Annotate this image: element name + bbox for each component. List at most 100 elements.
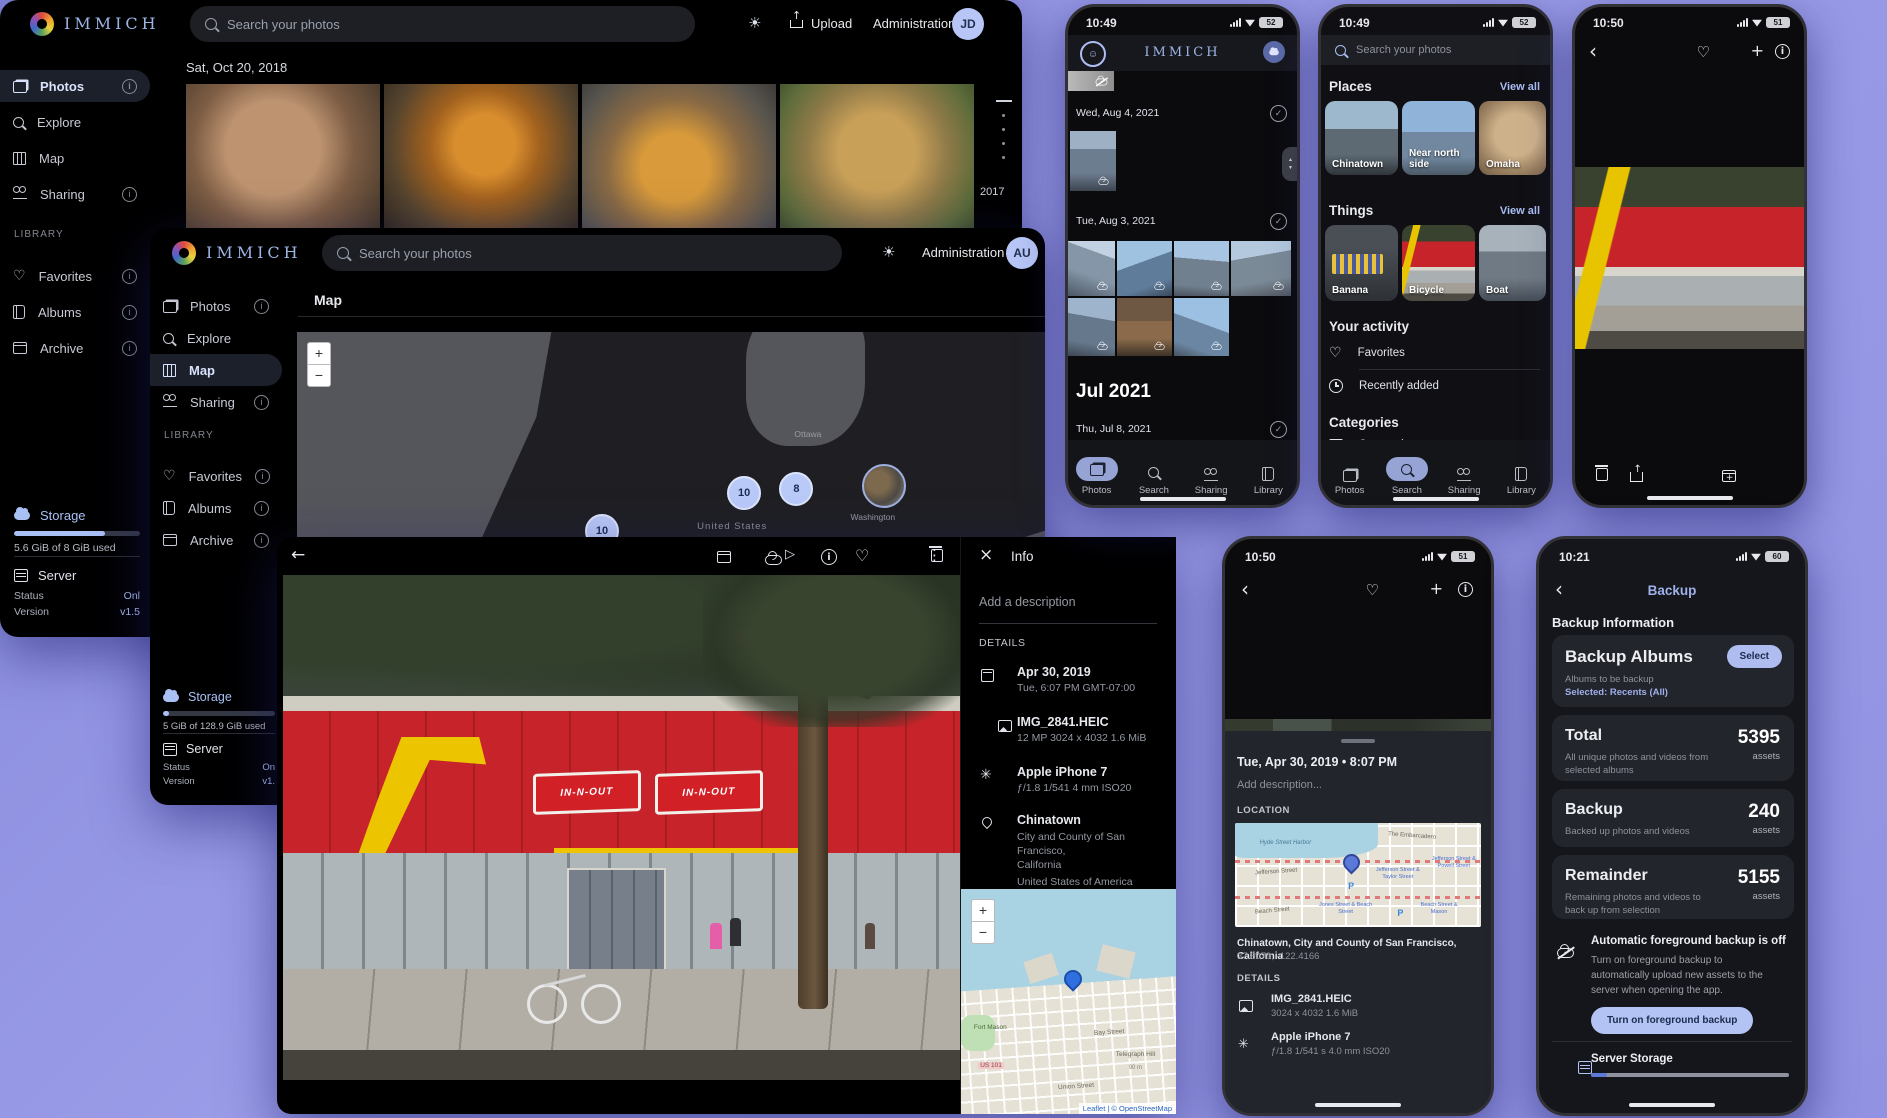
places-view-all[interactable]: View all — [1500, 81, 1540, 93]
sidebar-item-albums[interactable]: Albums i — [0, 296, 150, 328]
photo-thumbnail[interactable] — [1117, 241, 1172, 296]
photo-sliver[interactable] — [1225, 719, 1491, 731]
thing-card[interactable]: Bicycle — [1402, 225, 1475, 301]
slideshow-icon[interactable] — [785, 547, 795, 562]
photo-thumbnail[interactable] — [1068, 298, 1115, 356]
photo-thumbnail[interactable] — [1174, 298, 1229, 356]
select-button[interactable]: Select — [1727, 645, 1782, 668]
favorite-icon[interactable] — [1366, 581, 1379, 599]
thing-card[interactable]: Banana — [1325, 225, 1398, 301]
cloud-download-icon[interactable] — [765, 555, 782, 565]
favorite-icon[interactable] — [1697, 43, 1710, 61]
sidebar-item-sharing[interactable]: Sharing i — [0, 178, 150, 210]
photo-thumbnail[interactable] — [780, 84, 974, 236]
administration-link[interactable]: Administration — [873, 16, 955, 31]
detail-sheet[interactable]: Tue, Apr 30, 2019 • 8:07 PM Add descript… — [1225, 731, 1491, 1113]
nav-photos[interactable]: Photos — [1071, 457, 1123, 496]
favorite-icon[interactable] — [855, 546, 869, 565]
photo-thumbnail[interactable] — [1174, 241, 1229, 296]
activity-recently-added[interactable]: Recently added — [1329, 379, 1439, 393]
immich-face-icon[interactable]: ☺ — [1080, 41, 1106, 67]
sidebar-item-albums[interactable]: Albums i — [150, 492, 282, 524]
photo-thumbnail[interactable] — [1070, 131, 1116, 191]
foreground-backup-button[interactable]: Turn on foreground backup — [1591, 1007, 1753, 1034]
map-cluster-marker[interactable]: 8 — [779, 472, 813, 506]
select-group-icon[interactable] — [1270, 421, 1287, 438]
sidebar-item-photos[interactable]: Photos i — [150, 290, 282, 322]
photo-thumbnail[interactable] — [582, 84, 776, 236]
sheet-drag-handle[interactable] — [1341, 739, 1375, 743]
description-input[interactable]: Add description... — [1237, 779, 1322, 791]
sidebar-item-map[interactable]: Map — [150, 354, 282, 386]
minimap-zoom-in-button[interactable]: + — [971, 899, 995, 921]
sidebar-item-archive[interactable]: Archive i — [150, 524, 282, 556]
photo-viewer[interactable]: IN-N-OUT IN-N-OUT — [283, 575, 960, 1080]
back-icon[interactable] — [291, 545, 305, 565]
photo-viewer[interactable] — [1575, 167, 1804, 349]
photo-thumbnail[interactable] — [1231, 241, 1291, 296]
sidebar-item-explore[interactable]: Explore — [0, 106, 150, 138]
thing-card[interactable]: Boat — [1479, 225, 1546, 301]
search-input[interactable]: Search your photos — [322, 235, 842, 271]
activity-favorites[interactable]: Favorites — [1329, 345, 1405, 361]
description-input[interactable]: Add a description — [979, 595, 1076, 609]
search-input[interactable]: Search your photos — [190, 6, 695, 42]
place-card[interactable]: Chinatown — [1325, 101, 1398, 175]
nav-search[interactable]: Search — [1381, 457, 1433, 496]
sidebar-item-photos[interactable]: Photos i — [0, 70, 150, 102]
close-info-icon[interactable] — [979, 545, 993, 565]
sidebar-item-explore[interactable]: Explore — [150, 322, 282, 354]
more-options-icon[interactable] — [927, 546, 942, 564]
info-icon[interactable] — [1775, 44, 1790, 59]
back-icon[interactable] — [1241, 577, 1249, 601]
info-icon[interactable]: i — [122, 269, 137, 284]
sidebar-item-map[interactable]: Map — [0, 142, 150, 174]
administration-link[interactable]: Administration — [922, 245, 1004, 260]
info-minimap[interactable]: + − Fort Mason US 101 Bay Street Union S… — [961, 889, 1176, 1114]
info-icon[interactable]: i — [122, 341, 137, 356]
info-icon[interactable]: i — [122, 187, 137, 202]
nav-library[interactable]: Library — [1242, 467, 1294, 496]
info-icon[interactable]: i — [122, 79, 137, 94]
map-photo-marker[interactable] — [862, 464, 906, 508]
select-group-icon[interactable] — [1270, 105, 1287, 122]
sidebar-item-favorites[interactable]: Favorites i — [150, 460, 282, 492]
select-group-icon[interactable] — [1270, 213, 1287, 230]
map-zoom-out-button[interactable]: − — [307, 364, 331, 387]
photo-thumbnail[interactable] — [1117, 298, 1172, 356]
sidebar-item-favorites[interactable]: Favorites i — [0, 260, 150, 292]
add-icon[interactable] — [1751, 41, 1764, 60]
place-card[interactable]: Omaha — [1479, 101, 1546, 175]
detail-location[interactable]: Chinatown City and County of San Francis… — [1017, 813, 1167, 888]
theme-toggle-icon[interactable] — [748, 14, 761, 32]
upload-button[interactable]: Upload — [790, 16, 852, 31]
share-icon[interactable] — [1630, 472, 1643, 482]
photo-thumbnail[interactable] — [1068, 241, 1115, 296]
info-icon[interactable]: i — [254, 395, 269, 410]
photo-thumbnail[interactable] — [186, 84, 380, 236]
back-icon[interactable] — [1555, 577, 1563, 601]
trash-icon[interactable] — [1596, 468, 1608, 481]
minimap-zoom-out-button[interactable]: − — [971, 921, 995, 944]
sidebar-item-sharing[interactable]: Sharing i — [150, 386, 282, 418]
map-zoom-in-button[interactable]: + — [307, 342, 331, 364]
nav-sharing[interactable]: Sharing — [1185, 471, 1237, 496]
photo-thumbnail[interactable] — [384, 84, 578, 236]
nav-sharing[interactable]: Sharing — [1438, 471, 1490, 496]
minimap-attribution[interactable]: Leaflet | © OpenStreetMap — [1079, 1103, 1176, 1114]
archive-icon[interactable] — [1722, 470, 1736, 482]
info-icon[interactable] — [821, 549, 837, 565]
info-icon[interactable]: i — [254, 501, 269, 516]
location-map[interactable]: Hyde Street Harbor The Embarcadero Jeffe… — [1235, 823, 1481, 927]
sidebar-item-archive[interactable]: Archive i — [0, 332, 150, 364]
info-icon[interactable]: i — [254, 533, 269, 548]
nav-search[interactable]: Search — [1128, 467, 1180, 496]
theme-toggle-icon[interactable] — [882, 243, 895, 261]
things-view-all[interactable]: View all — [1500, 205, 1540, 217]
timeline-scroll-handle[interactable]: ▲▼ — [1282, 147, 1299, 181]
info-icon[interactable]: i — [255, 469, 270, 484]
mobile-search-bar[interactable]: Search your photos — [1321, 35, 1550, 65]
nav-library[interactable]: Library — [1495, 467, 1547, 496]
nav-photos[interactable]: Photos — [1324, 469, 1376, 496]
archive-icon[interactable] — [717, 551, 731, 563]
